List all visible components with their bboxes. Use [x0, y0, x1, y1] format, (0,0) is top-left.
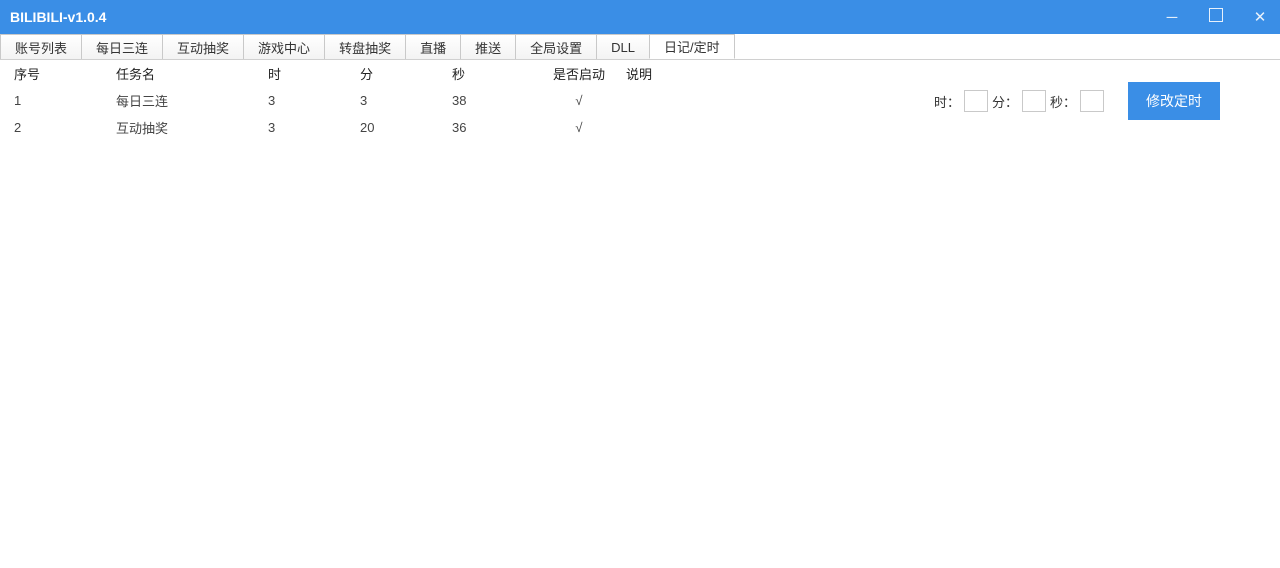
- cell-second: 36: [446, 114, 538, 141]
- cell-hour: 3: [262, 114, 354, 141]
- tab-game-center[interactable]: 游戏中心: [243, 34, 325, 59]
- edit-timer-panel: 时： 分： 秒： 修改定时: [934, 82, 1220, 120]
- cell-second: 38: [446, 87, 538, 114]
- table-header-row: 序号 任务名 时 分 秒 是否启动 说明: [8, 60, 832, 87]
- tab-global-settings[interactable]: 全局设置: [515, 34, 597, 59]
- window-controls: ─ ✕: [1162, 8, 1270, 26]
- col-header-desc: 说明: [620, 60, 832, 87]
- table-row[interactable]: 1 每日三连 3 3 38 √: [8, 87, 832, 114]
- tab-diary-timer[interactable]: 日记/定时: [649, 34, 735, 59]
- cell-enabled: √: [538, 114, 620, 141]
- window: BILIBILI-v1.0.4 ─ ✕ 账号列表 每日三连 互动抽奖 游戏中心 …: [0, 0, 1280, 568]
- content-area: 序号 任务名 时 分 秒 是否启动 说明 1 每日三连 3 3 38 √: [0, 60, 1280, 568]
- cell-name: 每日三连: [110, 87, 262, 114]
- input-minute[interactable]: [1022, 90, 1046, 112]
- cell-minute: 20: [354, 114, 446, 141]
- tab-daily-triple[interactable]: 每日三连: [81, 34, 163, 59]
- input-second[interactable]: [1080, 90, 1104, 112]
- col-header-second: 秒: [446, 60, 538, 87]
- modify-timer-button[interactable]: 修改定时: [1128, 82, 1220, 120]
- col-header-hour: 时: [262, 60, 354, 87]
- tab-account-list[interactable]: 账号列表: [0, 34, 82, 59]
- minimize-button[interactable]: ─: [1162, 9, 1182, 26]
- table-row[interactable]: 2 互动抽奖 3 20 36 √: [8, 114, 832, 141]
- tab-live[interactable]: 直播: [405, 34, 461, 59]
- cell-desc: [620, 114, 832, 141]
- col-header-minute: 分: [354, 60, 446, 87]
- cell-enabled: √: [538, 87, 620, 114]
- tab-interactive-lottery[interactable]: 互动抽奖: [162, 34, 244, 59]
- label-second: 秒：: [1050, 92, 1076, 111]
- close-button[interactable]: ✕: [1250, 8, 1270, 26]
- col-header-enabled: 是否启动: [538, 60, 620, 87]
- col-header-id: 序号: [8, 60, 110, 87]
- tab-wheel-lottery[interactable]: 转盘抽奖: [324, 34, 406, 59]
- label-minute: 分：: [992, 92, 1018, 111]
- titlebar: BILIBILI-v1.0.4 ─ ✕: [0, 0, 1280, 34]
- cell-hour: 3: [262, 87, 354, 114]
- label-hour: 时：: [934, 92, 960, 111]
- input-hour[interactable]: [964, 90, 988, 112]
- cell-name: 互动抽奖: [110, 114, 262, 141]
- maximize-icon: [1209, 8, 1223, 22]
- timer-table: 序号 任务名 时 分 秒 是否启动 说明 1 每日三连 3 3 38 √: [8, 60, 832, 141]
- cell-minute: 3: [354, 87, 446, 114]
- cell-id: 1: [8, 87, 110, 114]
- window-title: BILIBILI-v1.0.4: [10, 9, 106, 25]
- cell-desc: [620, 87, 832, 114]
- cell-id: 2: [8, 114, 110, 141]
- tab-dll[interactable]: DLL: [596, 34, 650, 59]
- maximize-button[interactable]: [1206, 8, 1226, 26]
- tab-strip: 账号列表 每日三连 互动抽奖 游戏中心 转盘抽奖 直播 推送 全局设置 DLL …: [0, 34, 1280, 60]
- col-header-name: 任务名: [110, 60, 262, 87]
- tab-push[interactable]: 推送: [460, 34, 516, 59]
